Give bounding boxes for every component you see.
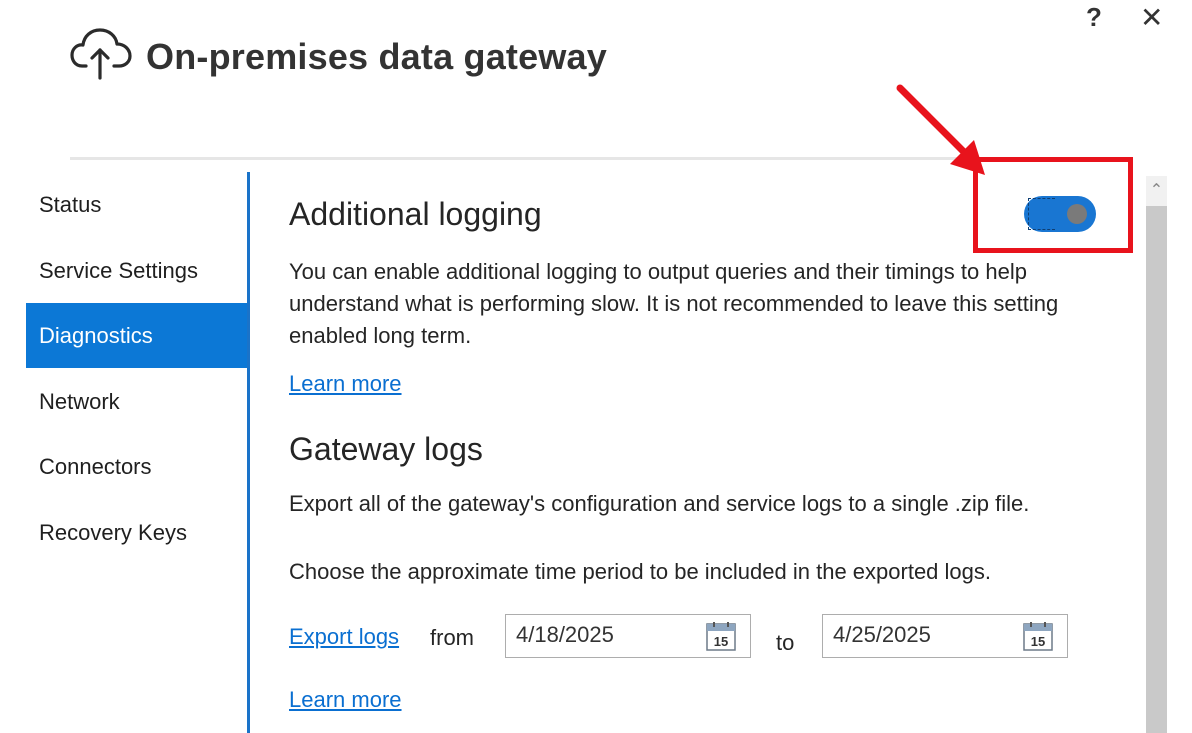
to-date-input[interactable]: 4/25/2025 15 [822,614,1068,658]
from-label: from [430,625,474,650]
cloud-upload-icon [70,28,132,80]
from-date-value: 4/18/2025 [516,622,614,647]
time-period-hint: Choose the approximate time period to be… [289,559,991,584]
svg-text:15: 15 [1031,634,1045,649]
vertical-scrollbar[interactable] [1146,176,1167,733]
calendar-icon[interactable]: 15 [1022,620,1054,652]
additional-logging-learn-more-link[interactable]: Learn more [289,371,402,397]
additional-logging-description: You can enable additional logging to out… [289,259,1059,348]
sidebar-nav: Status Service Settings Diagnostics Netw… [26,172,248,733]
gateway-logs-description: Export all of the gateway's configuratio… [289,491,1030,516]
sidebar-item-recovery-keys[interactable]: Recovery Keys [26,500,248,565]
help-button[interactable]: ? [1086,2,1102,33]
sidebar-divider [247,172,250,733]
sidebar-item-network[interactable]: Network [26,369,248,434]
to-label: to [776,630,795,655]
sidebar-item-service-settings[interactable]: Service Settings [26,238,248,303]
svg-text:15: 15 [714,634,728,649]
sidebar-item-diagnostics[interactable]: Diagnostics [26,303,248,368]
scroll-up-chevron-icon[interactable]: ⌃ [1146,176,1167,206]
close-button[interactable]: ✕ [1140,1,1163,34]
additional-logging-title: Additional logging [289,196,542,232]
to-date-value: 4/25/2025 [833,622,931,647]
from-date-input[interactable]: 4/18/2025 15 [505,614,751,658]
app-title: On-premises data gateway [146,36,607,77]
gateway-logs-title: Gateway logs [289,431,483,467]
sidebar-item-connectors[interactable]: Connectors [26,434,248,499]
calendar-icon[interactable]: 15 [705,620,737,652]
export-logs-link[interactable]: Export logs [289,624,399,650]
annotation-highlight-box [973,157,1133,253]
sidebar-item-status[interactable]: Status [26,172,248,237]
gateway-logs-learn-more-link[interactable]: Learn more [289,687,402,713]
